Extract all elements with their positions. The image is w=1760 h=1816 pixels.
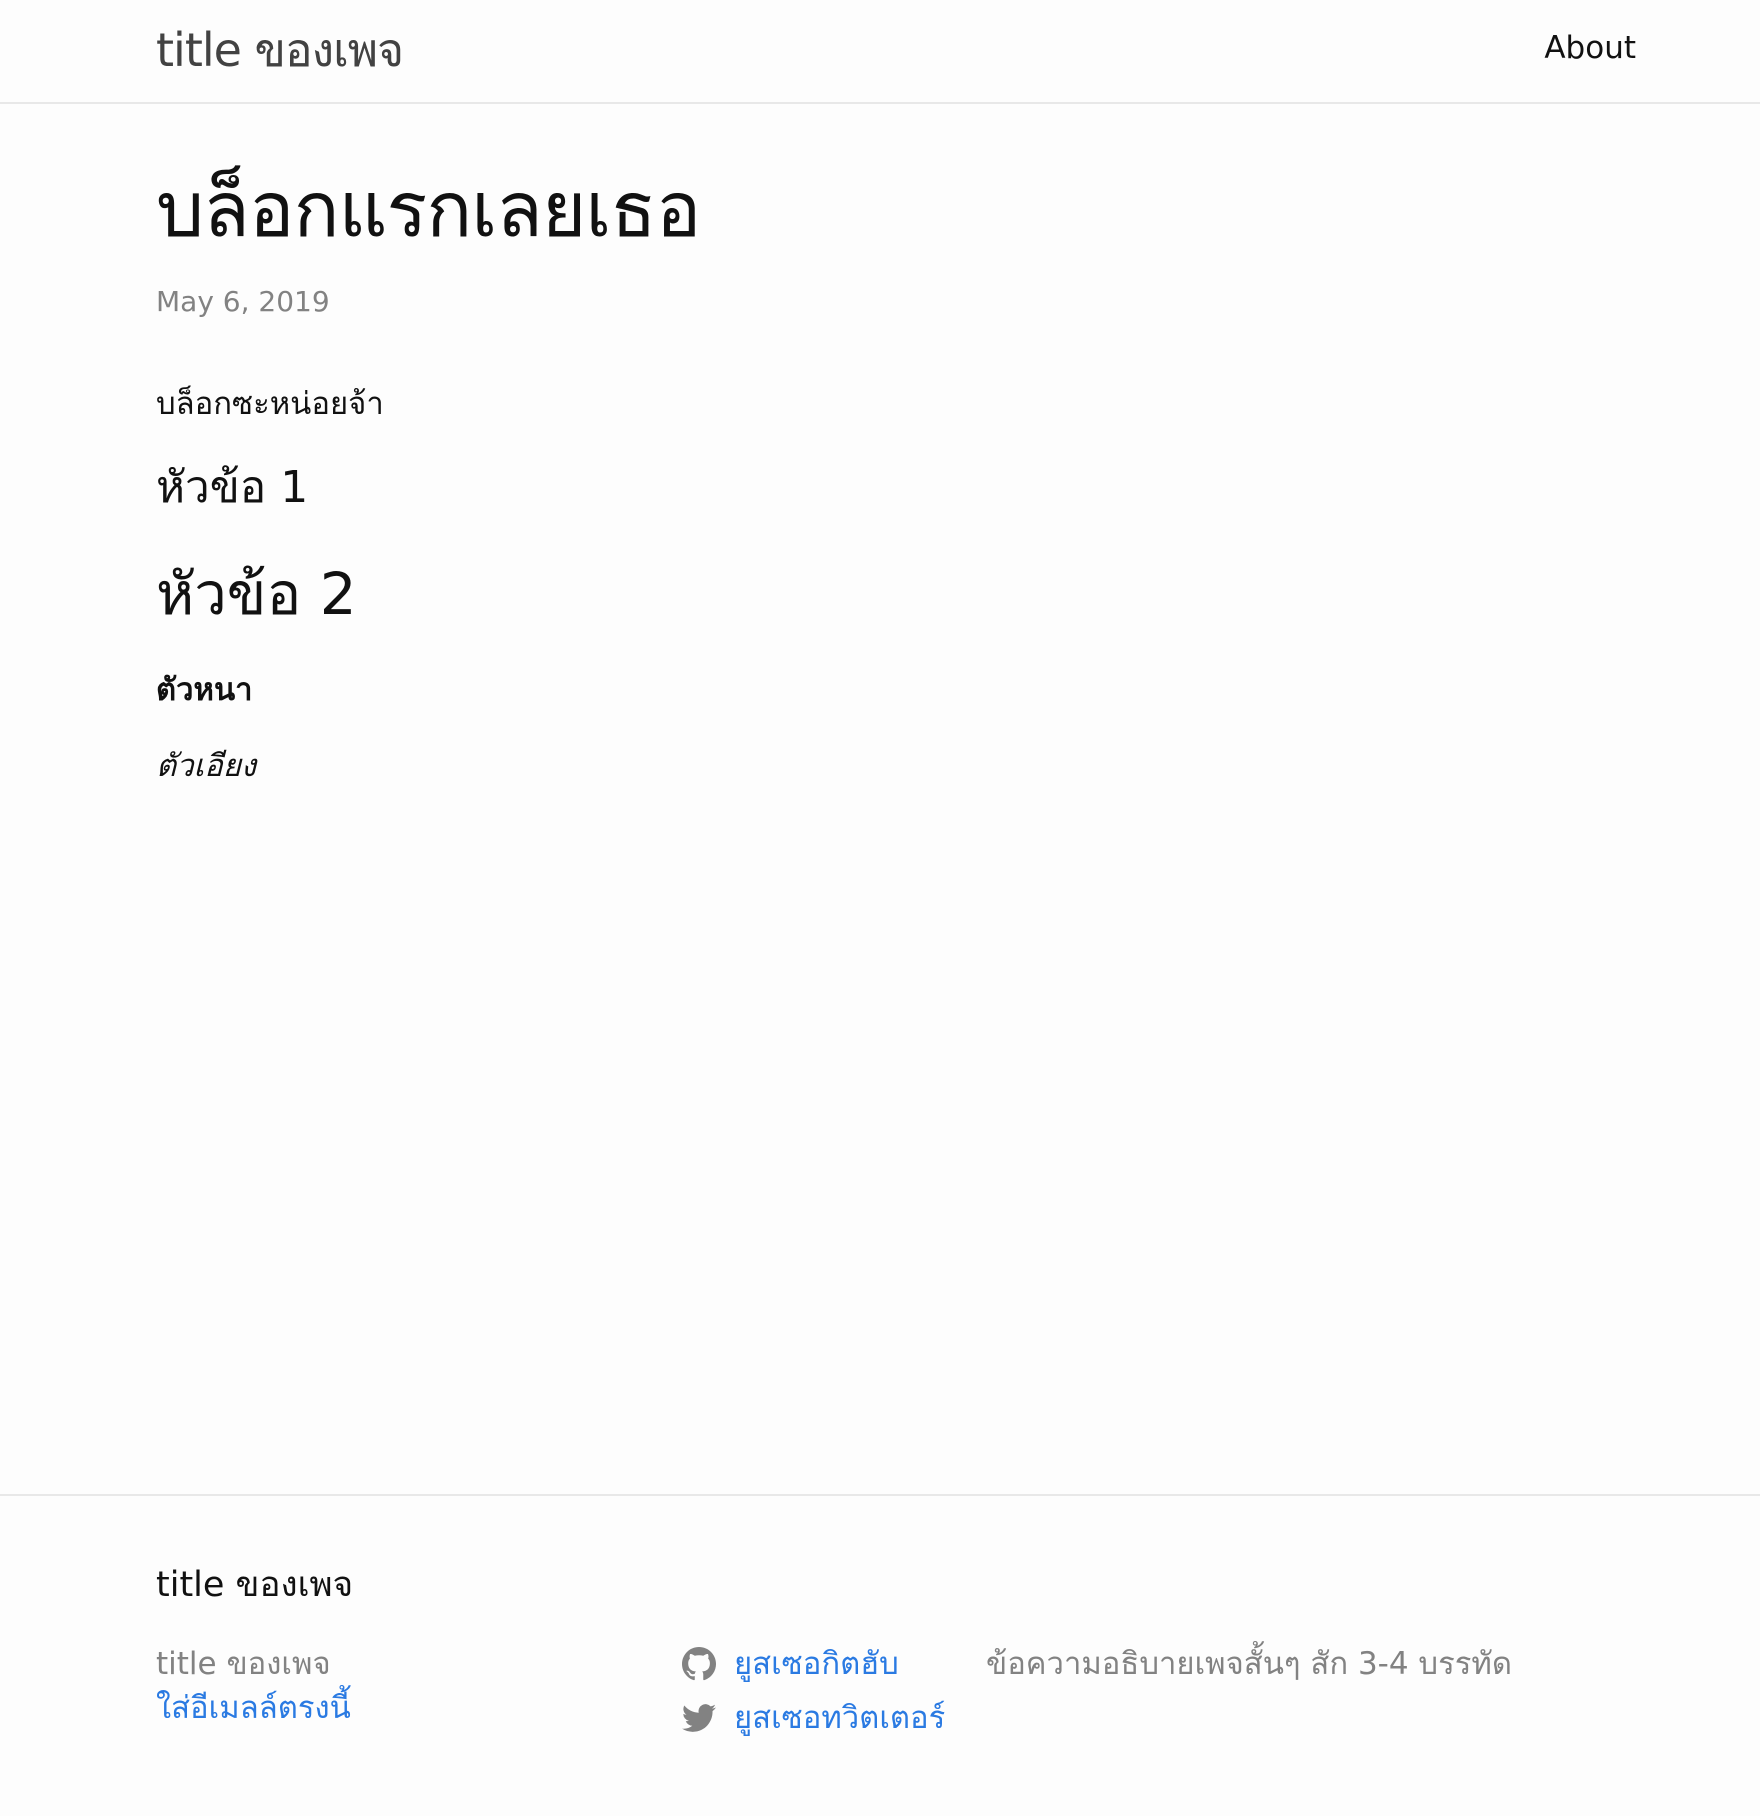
post-heading-2: หัวข้อ 2	[156, 560, 357, 628]
twitter-username-link[interactable]: ยูสเซอทวิตเตอร์	[734, 1696, 945, 1740]
site-title-link[interactable]: title ของเพจ	[156, 20, 404, 80]
footer-email-link[interactable]: ใส่อีเมลล์ตรงนี้	[156, 1686, 676, 1730]
nav-link-about[interactable]: About	[1544, 26, 1636, 70]
post-heading-1: หัวข้อ 1	[156, 462, 309, 513]
post-intro-paragraph: บล็อกซะหน่อยจ้า	[156, 386, 384, 422]
post-body: บล็อกซะหน่อยจ้า หัวข้อ 1 หัวข้อ 2 ตัวหนา…	[156, 382, 1606, 788]
footer-description: ข้อความอธิบายเพจสั้นๆ สัก 3-4 บรรทัด	[986, 1646, 1512, 1682]
twitter-icon[interactable]	[682, 1701, 716, 1735]
footer-contact: title ของเพจ ใส่อีเมลล์ตรงนี้	[156, 1642, 676, 1730]
site-header: title ของเพจ About	[0, 0, 1760, 104]
footer-heading: title ของเพจ	[156, 1565, 354, 1605]
site-footer: title ของเพจ title ของเพจ ใส่อีเมลล์ตรงน…	[0, 1494, 1760, 1816]
post: บล็อกแรกเลยเธอ May 6, 2019 บล็อกซะหน่อยจ…	[156, 150, 1606, 788]
footer-site-name: title ของเพจ	[156, 1646, 331, 1682]
github-icon[interactable]	[682, 1647, 716, 1681]
social-item-twitter: ยูสเซอทวิตเตอร์	[682, 1696, 962, 1740]
post-italic-text: ตัวเอียง	[156, 748, 257, 784]
social-item-github: ยูสเซอกิตฮับ	[682, 1642, 962, 1686]
post-date: May 6, 2019	[156, 285, 330, 318]
footer-social-list: ยูสเซอกิตฮับ ยูสเซอทวิตเตอร์	[682, 1642, 962, 1750]
github-username-link[interactable]: ยูสเซอกิตฮับ	[734, 1642, 899, 1686]
post-bold-text: ตัวหนา	[156, 672, 253, 708]
post-title: บล็อกแรกเลยเธอ	[156, 165, 701, 254]
